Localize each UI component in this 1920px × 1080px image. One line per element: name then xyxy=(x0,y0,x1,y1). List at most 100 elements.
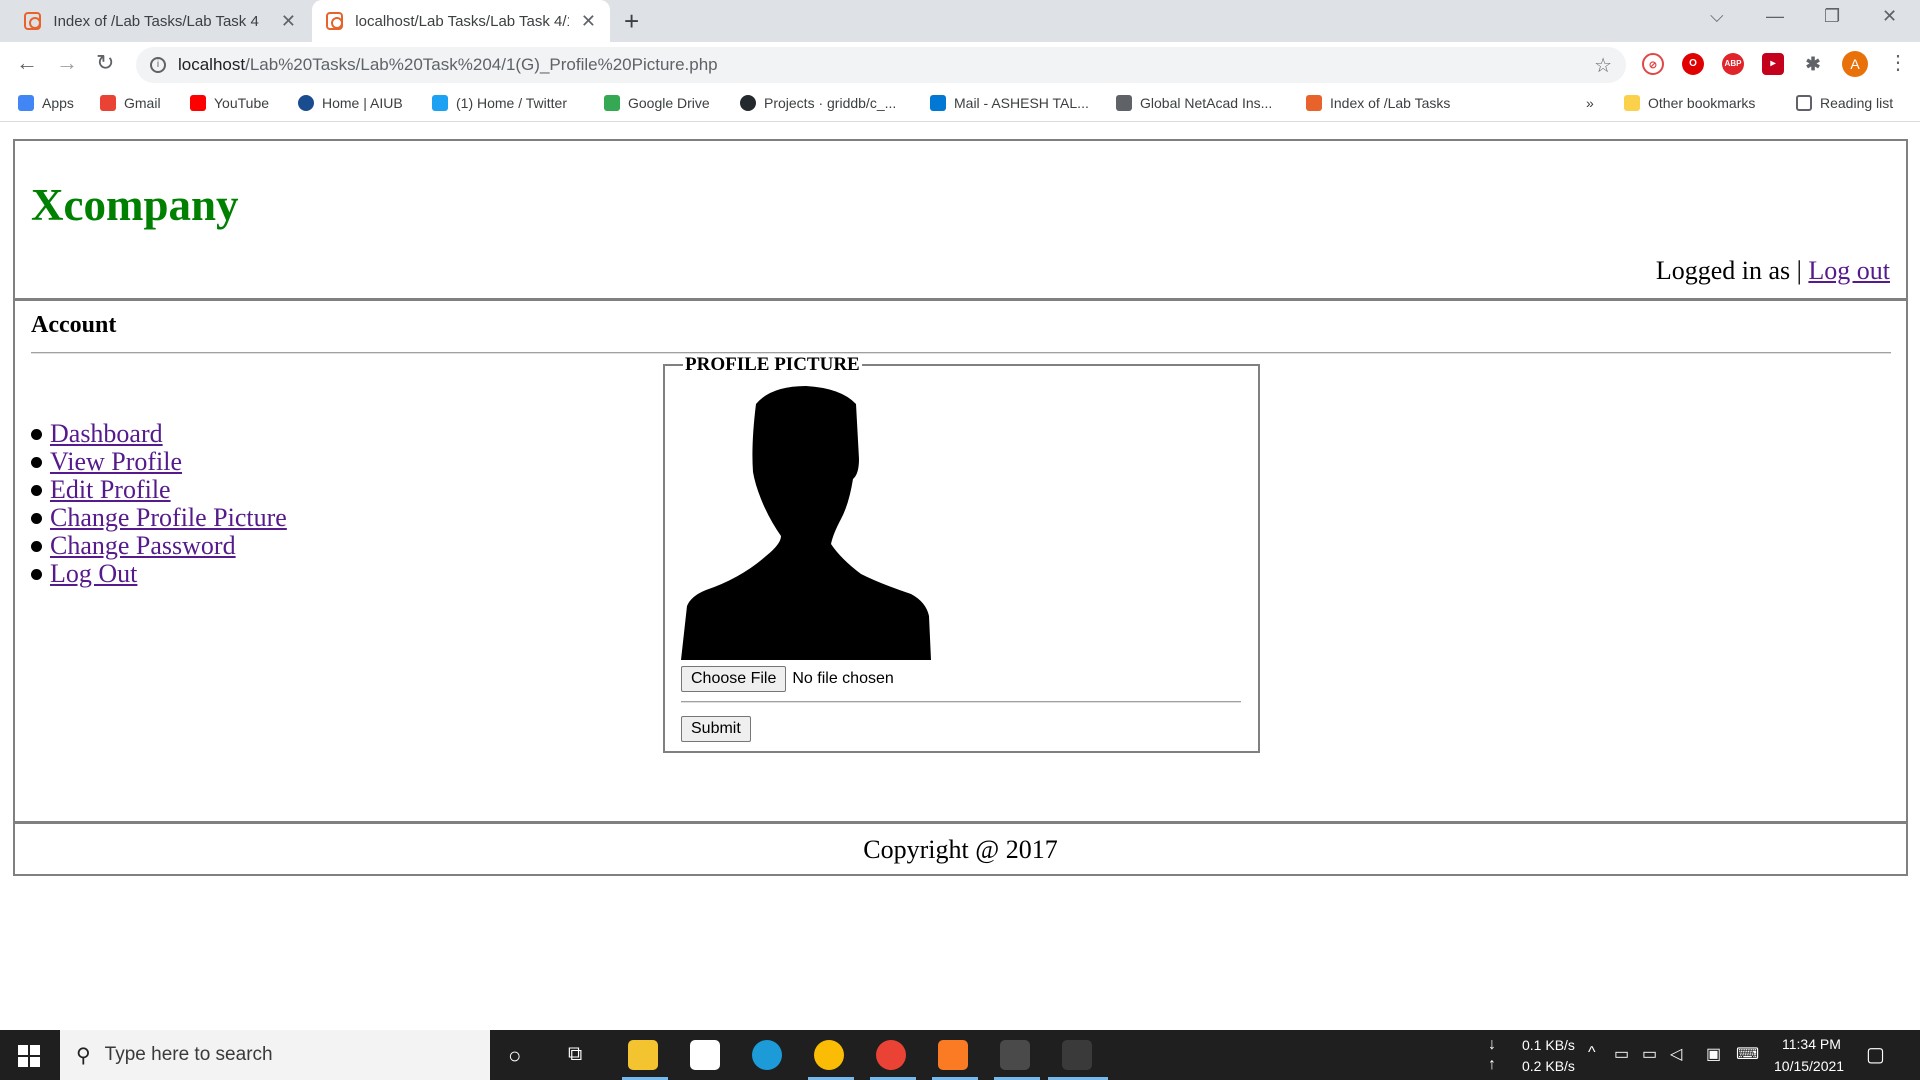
bullet-icon xyxy=(31,428,42,440)
taskbar-search-box[interactable]: ⚲ Type here to search xyxy=(60,1030,490,1080)
bullet-icon xyxy=(31,512,42,524)
account-menu: Dashboard View Profile Edit Profile Chan… xyxy=(31,420,287,588)
reload-button[interactable]: ↻ xyxy=(96,50,114,76)
logout-link[interactable]: Log out xyxy=(1808,256,1890,285)
restore-button[interactable]: ❐ xyxy=(1824,6,1840,27)
bookmark-outlook-mail[interactable]: Mail - ASHESH TAL... xyxy=(930,95,1089,111)
close-icon[interactable]: ✕ xyxy=(581,11,596,32)
outlook-icon xyxy=(930,95,946,111)
page-footer: Copyright @ 2017 xyxy=(863,835,1058,864)
net-up-speed: 0.2 KB/s xyxy=(1522,1058,1575,1074)
file-input[interactable]: Choose File No file chosen xyxy=(681,666,894,692)
submit-button[interactable]: Submit xyxy=(681,716,751,742)
bookmark-apps[interactable]: Apps xyxy=(18,95,74,111)
notifications-icon[interactable]: ▢ xyxy=(1866,1042,1885,1067)
battery-icon[interactable]: ▭ xyxy=(1642,1044,1657,1064)
extension-icon[interactable]: ⊘ xyxy=(1642,53,1664,75)
close-icon[interactable]: ✕ xyxy=(281,11,296,32)
bullet-icon xyxy=(31,484,42,496)
menu-item-log-out: Log Out xyxy=(31,560,287,588)
extensions-puzzle-icon[interactable]: ✱ xyxy=(1802,53,1824,75)
choose-file-button[interactable]: Choose File xyxy=(681,666,787,692)
clock-time[interactable]: 11:34 PM xyxy=(1782,1036,1841,1052)
xampp-icon[interactable] xyxy=(938,1040,968,1070)
back-button[interactable]: ← xyxy=(16,50,38,76)
chrome-icon[interactable] xyxy=(814,1040,844,1070)
minimize-button[interactable]: — xyxy=(1766,6,1784,27)
change-profile-picture-link[interactable]: Change Profile Picture xyxy=(50,504,287,532)
log-out-link[interactable]: Log Out xyxy=(50,560,137,588)
bookmark-netacad[interactable]: Global NetAcad Ins... xyxy=(1116,95,1272,111)
bookmarks-bar: Apps Gmail YouTube Home | AIUB (1) Home … xyxy=(0,88,1920,122)
tab-profile-picture[interactable]: localhost/Lab Tasks/Lab Task 4/1( ✕ xyxy=(312,0,610,42)
tab-search-icon[interactable]: ⌵ xyxy=(1710,6,1724,27)
divider xyxy=(31,352,1891,354)
tab-index-lab-task-4[interactable]: Index of /Lab Tasks/Lab Task 4 ✕ xyxy=(10,0,310,42)
google-drive-icon xyxy=(604,95,620,111)
snipping-tool-icon[interactable] xyxy=(1062,1040,1092,1070)
forward-button[interactable]: → xyxy=(56,50,78,76)
profile-avatar[interactable]: A xyxy=(1842,51,1868,77)
page-container: Xcompany Logged in as | Log out Account … xyxy=(13,139,1908,876)
view-profile-link[interactable]: View Profile xyxy=(50,448,182,476)
logged-in-label: Logged in as | xyxy=(1655,256,1802,285)
other-bookmarks-folder[interactable]: Other bookmarks xyxy=(1624,95,1755,111)
file-explorer-icon[interactable] xyxy=(628,1040,658,1070)
reading-list-button[interactable]: Reading list xyxy=(1796,95,1893,111)
video-extension-icon[interactable]: ▸ xyxy=(1762,53,1784,75)
task-view-icon[interactable]: ⧉ xyxy=(568,1043,582,1066)
menu-kebab-icon[interactable]: ⋮ xyxy=(1888,50,1908,75)
browser-toolbar: ← → ↻ i localhost/Lab%20Tasks/Lab%20Task… xyxy=(0,42,1920,88)
apps-grid-icon xyxy=(18,95,34,111)
bookmark-google-drive[interactable]: Google Drive xyxy=(604,95,710,111)
divider xyxy=(681,701,1241,703)
reading-list-icon xyxy=(1796,95,1812,111)
bookmarks-overflow-button[interactable]: » xyxy=(1586,95,1594,111)
new-tab-button[interactable]: + xyxy=(624,6,639,37)
keyboard-icon[interactable]: ⌨ xyxy=(1736,1044,1759,1064)
change-password-link[interactable]: Change Password xyxy=(50,532,236,560)
upload-arrow-icon: ↑ xyxy=(1488,1056,1496,1073)
volume-icon[interactable]: ◁ xyxy=(1670,1044,1682,1064)
address-bar[interactable]: i localhost/Lab%20Tasks/Lab%20Task%204/1… xyxy=(136,47,1626,83)
download-arrow-icon: ↓ xyxy=(1488,1036,1496,1053)
menu-item-dashboard: Dashboard xyxy=(31,420,287,448)
cortana-icon[interactable]: ○ xyxy=(508,1043,521,1069)
menu-item-edit-profile: Edit Profile xyxy=(31,476,287,504)
adblock-plus-icon[interactable]: ABP xyxy=(1722,53,1744,75)
microsoft-store-icon[interactable] xyxy=(690,1040,720,1070)
bookmark-index-lab-tasks[interactable]: Index of /Lab Tasks xyxy=(1306,95,1450,111)
profile-silhouette-image xyxy=(681,386,931,660)
fieldset-legend: PROFILE PICTURE xyxy=(683,354,862,376)
sublime-text-icon[interactable] xyxy=(1000,1040,1030,1070)
bookmark-star-icon[interactable]: ☆ xyxy=(1594,53,1612,78)
dashboard-link[interactable]: Dashboard xyxy=(50,420,163,448)
gmail-icon xyxy=(100,95,116,111)
bookmark-youtube[interactable]: YouTube xyxy=(190,95,269,111)
logged-in-status: Logged in as | Log out xyxy=(1656,256,1890,286)
windows-start-icon[interactable] xyxy=(18,1045,40,1067)
xampp-icon xyxy=(24,12,42,30)
meet-now-icon[interactable]: ▣ xyxy=(1706,1044,1721,1064)
clock-date[interactable]: 10/15/2021 xyxy=(1774,1058,1844,1074)
folder-icon xyxy=(1624,95,1640,111)
bookmark-aiub[interactable]: Home | AIUB xyxy=(298,95,403,111)
aiub-icon xyxy=(298,95,314,111)
chrome-profile-icon[interactable] xyxy=(876,1040,906,1070)
search-icon: ⚲ xyxy=(76,1044,91,1067)
url-text: localhost/Lab%20Tasks/Lab%20Task%204/1(G… xyxy=(178,55,718,74)
tab-strip: Index of /Lab Tasks/Lab Task 4 ✕ localho… xyxy=(0,0,1920,42)
bookmark-gmail[interactable]: Gmail xyxy=(100,95,161,111)
chevron-up-icon[interactable]: ^ xyxy=(1588,1044,1596,1062)
network-icon[interactable]: ▭ xyxy=(1614,1044,1629,1064)
edit-profile-link[interactable]: Edit Profile xyxy=(50,476,171,504)
edge-icon[interactable] xyxy=(752,1040,782,1070)
bookmark-github-projects[interactable]: Projects · griddb/c_... xyxy=(740,95,896,111)
opera-extension-icon[interactable]: O xyxy=(1682,53,1704,75)
close-window-button[interactable]: ✕ xyxy=(1882,6,1897,27)
site-info-icon[interactable]: i xyxy=(150,57,166,73)
bookmark-twitter[interactable]: (1) Home / Twitter xyxy=(432,95,567,111)
brand-title: Xcompany xyxy=(31,180,239,230)
twitter-icon xyxy=(432,95,448,111)
search-placeholder: Type here to search xyxy=(104,1044,273,1065)
